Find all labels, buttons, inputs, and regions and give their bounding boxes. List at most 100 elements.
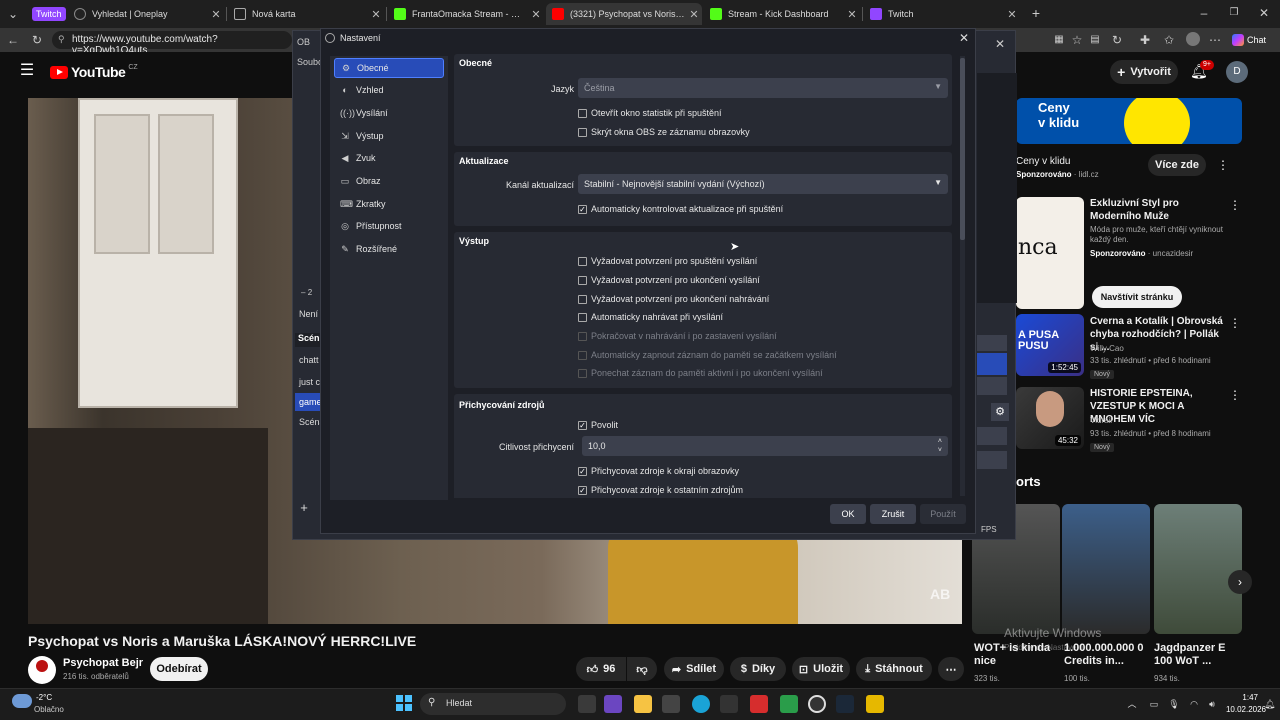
obs-app-icon[interactable] — [808, 695, 826, 713]
xbox-icon[interactable] — [780, 695, 798, 713]
account-avatar[interactable]: D — [1226, 61, 1248, 83]
scrollbar-thumb[interactable] — [960, 58, 965, 240]
url-field[interactable]: ⚲ https://www.youtube.com/watch?v=XgDwb1… — [52, 31, 292, 56]
checkbox[interactable]: ✓ — [578, 420, 587, 430]
dialog-close-icon[interactable]: ✕ — [957, 31, 971, 45]
checkbox[interactable]: ✓ — [578, 204, 587, 214]
checkbox-snap-enable[interactable]: ✓ Povolit — [578, 420, 618, 430]
checkbox-confirm-stop-stream[interactable]: Vyžadovat potvrzení pro ukončení vysílán… — [578, 275, 760, 285]
more-vert-icon[interactable]: ⋮ — [1228, 316, 1242, 330]
more-icon[interactable]: ⋯ — [1208, 33, 1222, 47]
more-actions-button[interactable]: ⋯ — [938, 657, 964, 681]
cancel-button[interactable]: Zrušit — [870, 504, 916, 524]
checkbox-open-stats[interactable]: Otevřít okno statistik při spuštění — [578, 108, 722, 118]
ad-cta-button[interactable]: Více zde — [1148, 154, 1206, 176]
spin-arrows-icon[interactable]: ˄ ˅ — [938, 437, 942, 455]
share-button[interactable]: ➦ Sdílet — [664, 657, 724, 681]
gear-icon[interactable]: ⚙ — [991, 403, 1009, 421]
ad2-thumbnail[interactable]: nca — [1016, 197, 1084, 309]
close-icon[interactable]: ✕ — [844, 8, 860, 21]
back-icon[interactable]: ← — [6, 33, 20, 47]
apps-icon[interactable]: ▦ — [1052, 33, 1066, 47]
checkbox-snap-others[interactable]: ✓ Přichycovat zdroje k ostatním zdrojům — [578, 485, 743, 495]
short-thumbnail[interactable] — [1062, 504, 1150, 634]
tab-twitch[interactable]: Twitch ✕ — [864, 3, 1020, 25]
ad-title[interactable]: Ceny v klidu — [1016, 155, 1070, 168]
copilot-chat-button[interactable]: Chat — [1232, 31, 1266, 49]
checkbox-auto-record[interactable]: Automaticky nahrávat při vysílání — [578, 312, 723, 322]
short-thumbnail[interactable] — [1154, 504, 1242, 634]
channel-avatar[interactable] — [28, 656, 56, 684]
collections-icon[interactable]: ▤ — [1088, 33, 1102, 47]
obs-close-icon[interactable]: ✕ — [993, 37, 1007, 51]
nav-item-accessibility[interactable]: ◎ Přístupnost — [334, 216, 444, 236]
chevron-right-icon[interactable]: › — [1228, 570, 1252, 594]
add-scene-icon[interactable]: + — [297, 501, 311, 515]
favorites-icon[interactable]: ✩ — [1162, 33, 1176, 47]
ad2-cta-button[interactable]: Navštívit stránku — [1092, 286, 1182, 308]
nav-item-audio[interactable]: ◀ Zvuk — [334, 148, 444, 168]
notification-bell-icon[interactable]: 🔔︎ — [1264, 697, 1275, 711]
obs-control-button[interactable] — [977, 451, 1007, 469]
thanks-button[interactable]: $ Díky — [730, 657, 786, 681]
minimize-icon[interactable]: – — [1196, 6, 1212, 20]
ad-banner[interactable]: Ceny v klidu — [1016, 98, 1242, 144]
close-icon[interactable]: ✕ — [1004, 8, 1020, 21]
rec-thumbnail[interactable]: 45:32 — [1016, 387, 1084, 449]
rec-thumbnail[interactable]: A PUSA PUSU 1:52:45 — [1016, 314, 1084, 376]
update-channel-select[interactable]: Stabilní - Nejnovější stabilní vydání (V… — [578, 174, 948, 194]
tab-new[interactable]: Nová karta ✕ — [228, 3, 384, 25]
close-icon[interactable]: ✕ — [368, 8, 384, 21]
channel-name[interactable]: Psychopat Bejr — [63, 657, 143, 669]
snap-sensitivity-spinbox[interactable]: 10,0 ˄ ˅ — [582, 436, 948, 456]
tab-frantaomacka[interactable]: FrantaOmacka Stream - Watch Live ✕ — [388, 3, 544, 25]
rec-channel[interactable]: Willy Cao — [1090, 344, 1124, 354]
nav-item-hotkeys[interactable]: ⌨ Zkratky — [334, 194, 444, 214]
nav-item-appearance[interactable]: ◐ Vzhled — [334, 80, 444, 100]
extensions-icon[interactable]: ✚ — [1138, 33, 1152, 47]
download-button[interactable]: ⤓ Stáhnout — [856, 657, 932, 681]
tab-group-twitch[interactable]: Twitch — [32, 7, 66, 21]
nav-item-video[interactable]: ▭ Obraz — [334, 171, 444, 191]
windows-start-icon[interactable] — [396, 695, 412, 711]
app-icon[interactable] — [720, 695, 738, 713]
new-tab-icon[interactable]: + — [1028, 6, 1044, 20]
checkbox[interactable] — [578, 127, 587, 137]
reload-icon[interactable]: ↻ — [30, 33, 44, 47]
network-icon[interactable]: ▭ — [1148, 697, 1160, 711]
scene-item[interactable]: chatt — [299, 355, 319, 365]
apply-button[interactable]: Použít — [920, 504, 966, 524]
subscribe-button[interactable]: Odebírat — [150, 657, 208, 681]
rec-channel[interactable]: Vidrail — [1090, 416, 1112, 426]
weather-desc[interactable]: Oblačno — [34, 705, 64, 714]
file-explorer-icon[interactable] — [634, 695, 652, 713]
star-icon[interactable]: ☆ — [1070, 33, 1084, 47]
create-button[interactable]: + Vytvořit — [1110, 60, 1178, 84]
checkbox-auto-update[interactable]: ✓ Automaticky kontrolovat aktualizace při… — [578, 204, 783, 214]
checkbox[interactable]: ✓ — [578, 485, 587, 495]
scene-item[interactable]: just c — [299, 377, 320, 387]
nav-item-output[interactable]: ⇲ Výstup — [334, 126, 444, 146]
checkbox-confirm-stop-recording[interactable]: Vyžadovat potvrzení pro ukončení nahrává… — [578, 294, 769, 304]
obs-control-button[interactable] — [977, 353, 1007, 375]
save-button[interactable]: ⊡ Uložit — [792, 657, 850, 681]
clock-date[interactable]: 10.02.2026 — [1214, 705, 1266, 714]
weather-temp[interactable]: -2°C — [36, 693, 52, 702]
window-close-icon[interactable]: ✕ — [1256, 6, 1272, 20]
checkbox[interactable] — [578, 108, 587, 118]
nav-item-stream[interactable]: ((·)) Vysílání — [334, 103, 444, 123]
steam-icon[interactable] — [836, 695, 854, 713]
taskbar-search[interactable]: ⚲ Hledat — [420, 693, 566, 715]
clock-time[interactable]: 1:47 — [1222, 693, 1258, 702]
app-icon[interactable] — [866, 695, 884, 713]
refresh-icon[interactable]: ↻ — [1110, 33, 1124, 47]
checkbox-hide-obs[interactable]: Skrýt okna OBS ze záznamu obrazovky — [578, 127, 750, 137]
close-icon[interactable]: ✕ — [686, 8, 702, 21]
minus-icon[interactable]: – — [301, 288, 305, 297]
task-view-icon[interactable] — [578, 695, 596, 713]
ad2-title[interactable]: Exkluzivní Styl pro Moderního Muže — [1090, 197, 1226, 223]
microphone-icon[interactable]: 🎙︎ — [1168, 697, 1180, 711]
settings-scrollbar[interactable] — [960, 56, 965, 496]
store-icon[interactable] — [662, 695, 680, 713]
wifi-icon[interactable]: ◠ — [1188, 697, 1200, 711]
